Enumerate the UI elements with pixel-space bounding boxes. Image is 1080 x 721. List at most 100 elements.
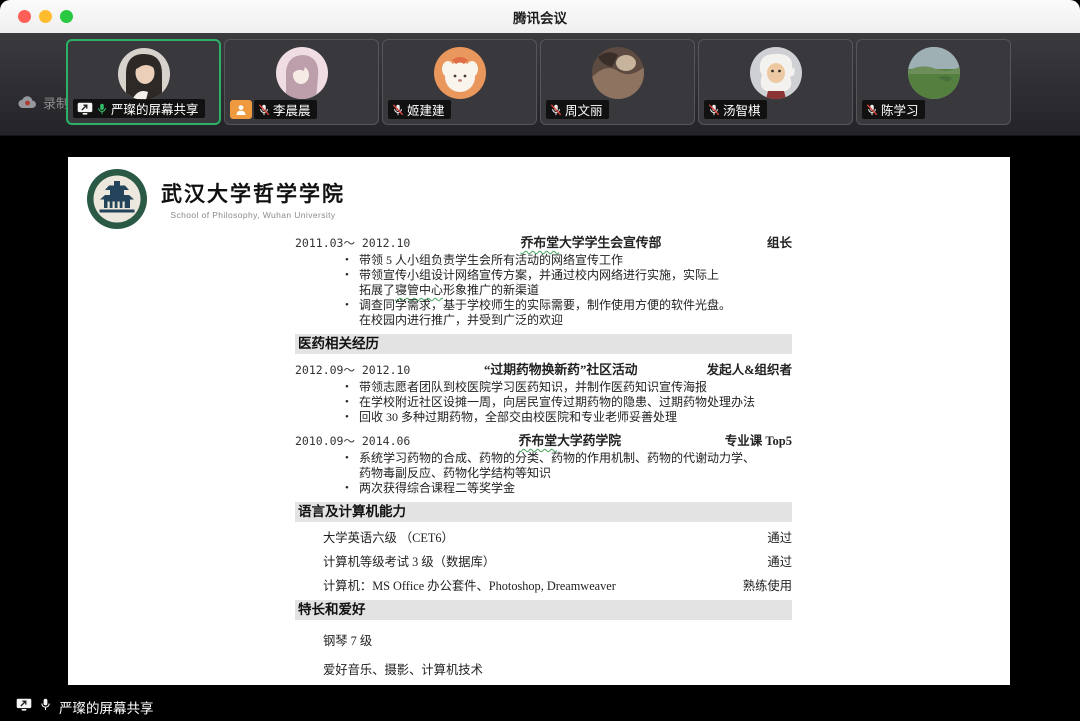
bullet-text: 带领宣传小组设计网络宣传方案，并通过校内网络进行实施，实际上 拓展了寝管中心形象… xyxy=(359,268,792,298)
minimize-button[interactable] xyxy=(39,10,52,23)
resume-page: 武汉大学哲学学院 School of Philosophy, Wuhan Uni… xyxy=(68,157,1010,685)
university-logo-block: 武汉大学哲学学院 School of Philosophy, Wuhan Uni… xyxy=(86,168,345,230)
entry-heading: 2010.09～ 2014.06乔布堂大学药学院专业课 Top5 xyxy=(295,433,792,449)
bullet-marker xyxy=(345,268,359,298)
close-button[interactable] xyxy=(18,10,31,23)
section-header: 医药相关经历 xyxy=(295,334,792,354)
entry-bullets: 带领 5 人小组负责学生会所有活动的网络宣传工作带领宣传小组设计网络宣传方案，并… xyxy=(295,253,792,328)
entry-title: 乔布堂大学学生会宣传部 xyxy=(415,235,767,251)
entry-role: 发起人&组织者 xyxy=(707,362,792,378)
mic-on-icon xyxy=(39,698,52,711)
status-mic-icon xyxy=(39,698,52,716)
participant-name: 李晨晨 xyxy=(273,100,311,119)
cloud-record-icon xyxy=(18,96,37,109)
bullet-marker xyxy=(345,253,359,268)
tile-name-label: 严璨的屏幕共享 xyxy=(73,99,205,118)
skill-row: 计算机：MS Office 办公套件、Photoshop, Dreamweave… xyxy=(323,578,792,594)
participant-name: 姬建建 xyxy=(407,100,445,119)
bullet-item: 系统学习药物的合成、药物的分类、药物的作用机制、药物的代谢动力学、 药物毒副反应… xyxy=(345,451,792,481)
entry-dates: 2012.09～ 2012.10 xyxy=(295,362,415,378)
participant-tile[interactable]: 姬建建 xyxy=(382,39,537,125)
bullet-marker xyxy=(345,395,359,410)
entry-dates: 2010.09～ 2014.06 xyxy=(295,433,415,449)
traffic-lights xyxy=(18,0,73,33)
logo-text: 武汉大学哲学学院 School of Philosophy, Wuhan Uni… xyxy=(161,178,345,220)
entry-heading: 2011.03～ 2012.10乔布堂大学学生会宣传部组长 xyxy=(295,235,792,251)
bullet-marker xyxy=(345,481,359,496)
person-icon xyxy=(235,104,247,116)
tile-name-label: 陈学习 xyxy=(862,100,925,119)
section-header: 特长和爱好 xyxy=(295,600,792,620)
skill-row: 计算机等级考试 3 级（数据库）通过 xyxy=(323,554,792,570)
status-bar: 严璨的屏幕共享 xyxy=(0,692,1080,721)
avatar xyxy=(434,47,486,99)
bullet-item: 回收 30 多种过期药物，全部交由校医院和专业老师妥善处理 xyxy=(345,410,792,425)
logo-title: 武汉大学哲学学院 xyxy=(161,178,345,208)
participant-tile[interactable]: 严璨的屏幕共享 xyxy=(66,39,221,125)
participant-tile[interactable]: 陈学习 xyxy=(856,39,1011,125)
tile-bottom-row: 姬建建 xyxy=(388,100,451,119)
participant-tile[interactable]: 周文丽 xyxy=(540,39,695,125)
screen-share-icon xyxy=(16,698,32,711)
skill-label: 大学英语六级 （CET6） xyxy=(323,530,454,546)
logo-subtitle: School of Philosophy, Wuhan University xyxy=(161,210,345,220)
university-logo-icon xyxy=(86,168,148,230)
screen-share-icon xyxy=(77,102,93,115)
zoom-button[interactable] xyxy=(60,10,73,23)
bullet-marker xyxy=(345,380,359,395)
tile-name-label: 李晨晨 xyxy=(254,100,317,119)
bullet-marker xyxy=(345,410,359,425)
window-title: 腾讯会议 xyxy=(513,7,567,27)
hobby-item: 钢琴 7 级 xyxy=(323,633,792,649)
bullet-item: 在学校附近社区设摊一周，向居民宣传过期药物的隐患、过期药物处理办法 xyxy=(345,395,792,410)
entry-bullets: 带领志愿者团队到校医院学习医药知识，并制作医药知识宣传海报在学校附近社区设摊一周… xyxy=(295,380,792,425)
bullet-text: 系统学习药物的合成、药物的分类、药物的作用机制、药物的代谢动力学、 药物毒副反应… xyxy=(359,451,792,481)
participant-tile[interactable]: 李晨晨 xyxy=(224,39,379,125)
tile-name-label: 周文丽 xyxy=(546,100,609,119)
skill-level: 熟练使用 xyxy=(743,578,792,594)
tile-name-label: 汤智棋 xyxy=(704,100,767,119)
meeting-window: 腾讯会议 录制中 严璨的屏幕共享李晨晨姬建建周文丽汤智棋陈学习 xyxy=(0,0,1080,721)
bullet-text: 调查同学需求，基于学校师生的实际需要，制作使用方便的软件光盘。 在校园内进行推广… xyxy=(359,298,792,328)
tile-name-label: 姬建建 xyxy=(388,100,451,119)
bullet-text: 回收 30 多种过期药物，全部交由校医院和专业老师妥善处理 xyxy=(359,410,792,425)
participant-name: 陈学习 xyxy=(881,100,919,119)
status-screen-share-icon xyxy=(16,698,32,716)
participant-tiles: 严璨的屏幕共享 李晨晨 姬建建 周文丽 汤智棋 陈学习 xyxy=(66,39,1011,125)
bullet-item: 带领宣传小组设计网络宣传方案，并通过校内网络进行实施，实际上 拓展了寝管中心形象… xyxy=(345,268,792,298)
hobby-item: 爱好音乐、摄影、计算机技术 xyxy=(323,662,792,678)
participant-name: 严璨的屏幕共享 xyxy=(111,99,199,118)
skill-label: 计算机等级考试 3 级（数据库） xyxy=(323,554,495,570)
participant-tile[interactable]: 汤智棋 xyxy=(698,39,853,125)
bullet-item: 带领 5 人小组负责学生会所有活动的网络宣传工作 xyxy=(345,253,792,268)
tile-bottom-row: 严璨的屏幕共享 xyxy=(73,99,205,118)
skill-row: 大学英语六级 （CET6）通过 xyxy=(323,530,792,546)
bullet-item: 带领志愿者团队到校医院学习医药知识，并制作医药知识宣传海报 xyxy=(345,380,792,395)
mic-muted-icon xyxy=(550,104,562,116)
resume-body: 2011.03～ 2012.10乔布堂大学学生会宣传部组长带领 5 人小组负责学… xyxy=(295,227,792,678)
hand-raised-badge xyxy=(230,100,252,119)
avatar xyxy=(908,47,960,99)
title-bar: 腾讯会议 xyxy=(0,0,1080,34)
entry-role: 组长 xyxy=(767,235,792,251)
entry-heading: 2012.09～ 2012.10“过期药物换新药”社区活动发起人&组织者 xyxy=(295,362,792,378)
entry-role: 专业课 Top5 xyxy=(725,433,792,449)
participant-name: 汤智棋 xyxy=(723,100,761,119)
mic-muted-icon xyxy=(258,104,270,116)
entry-bullets: 系统学习药物的合成、药物的分类、药物的作用机制、药物的代谢动力学、 药物毒副反应… xyxy=(295,451,792,496)
status-label: 严璨的屏幕共享 xyxy=(59,697,154,717)
bullet-marker xyxy=(345,298,359,328)
section-header: 语言及计算机能力 xyxy=(295,502,792,522)
bullet-text: 带领 5 人小组负责学生会所有活动的网络宣传工作 xyxy=(359,253,792,268)
tile-bottom-row: 周文丽 xyxy=(546,100,609,119)
tile-bottom-row: 李晨晨 xyxy=(230,100,317,119)
avatar xyxy=(276,47,328,99)
tile-bottom-row: 汤智棋 xyxy=(704,100,767,119)
participant-name: 周文丽 xyxy=(565,100,603,119)
bullet-marker xyxy=(345,451,359,481)
tile-bottom-row: 陈学习 xyxy=(862,100,925,119)
shared-screen-area: 武汉大学哲学学院 School of Philosophy, Wuhan Uni… xyxy=(0,136,1080,692)
bullet-text: 在学校附近社区设摊一周，向居民宣传过期药物的隐患、过期药物处理办法 xyxy=(359,395,792,410)
entry-title: “过期药物换新药”社区活动 xyxy=(415,362,707,378)
bullet-item: 调查同学需求，基于学校师生的实际需要，制作使用方便的软件光盘。 在校园内进行推广… xyxy=(345,298,792,328)
